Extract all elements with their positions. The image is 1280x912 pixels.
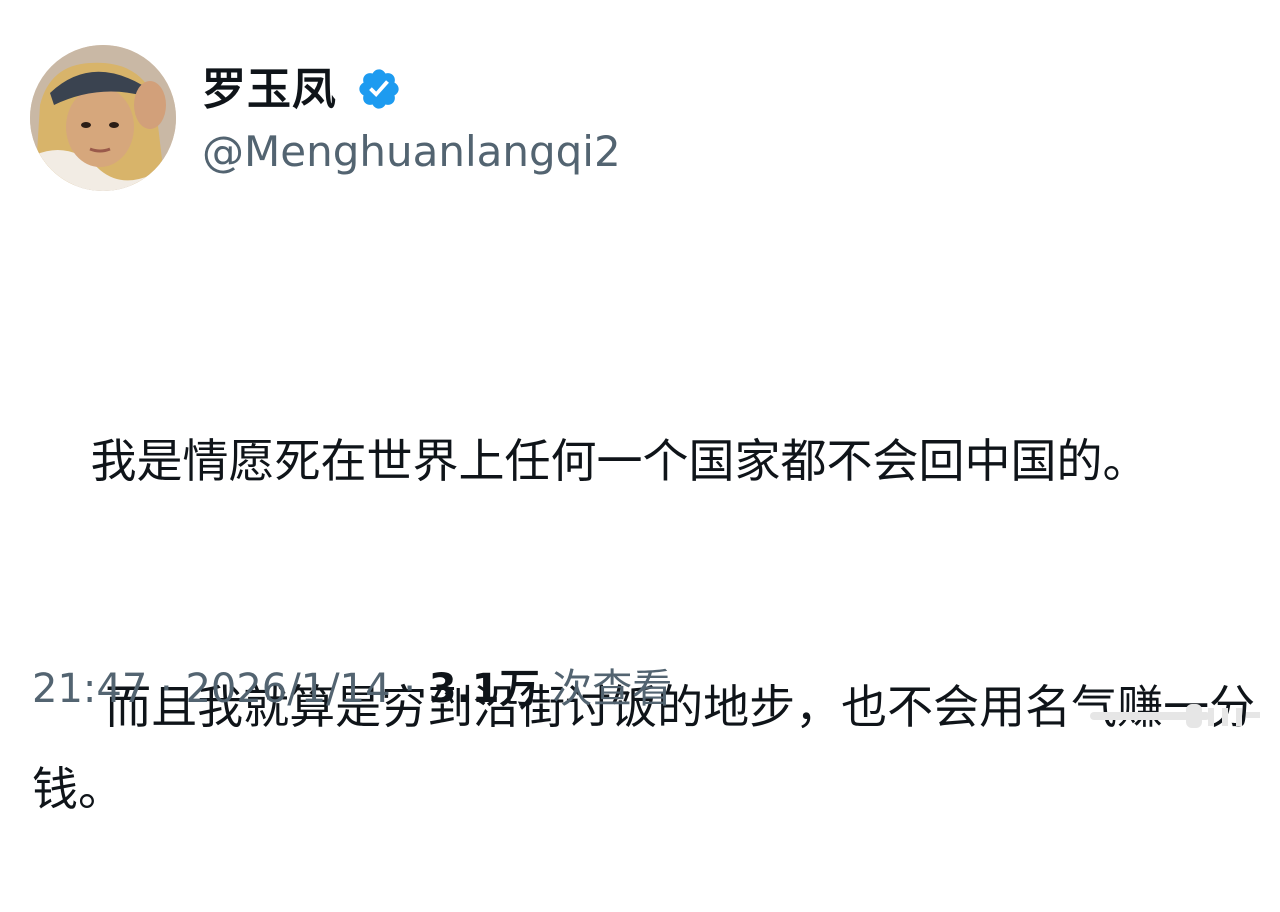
watermark-icon <box>1090 704 1260 728</box>
tweet-time[interactable]: 21:47 <box>32 666 147 712</box>
view-count: 3.1万 <box>428 666 540 712</box>
tweet-text: 我是情愿死在世界上任何一个国家都不会回中国的。 而且我就算是穷到沿街讨饭的地步，… <box>32 256 1262 912</box>
user-handle[interactable]: @Menghuanlangqi2 <box>202 124 621 180</box>
tweet-date[interactable]: 2026/1/14 <box>185 666 390 712</box>
view-label: 次查看 <box>539 666 673 712</box>
meta-separator: · <box>147 666 186 712</box>
tweet-meta: 21:47 · 2026/1/14 · 3.1万 次查看 <box>32 658 672 720</box>
avatar[interactable] <box>30 45 176 191</box>
tweet-paragraph: 我是情愿死在世界上任何一个国家都不会回中国的。 <box>32 434 1149 488</box>
display-name[interactable]: 罗玉凤 <box>202 62 337 118</box>
verified-badge-icon <box>359 69 399 109</box>
avatar-image <box>30 45 176 191</box>
meta-separator: · <box>390 666 429 712</box>
